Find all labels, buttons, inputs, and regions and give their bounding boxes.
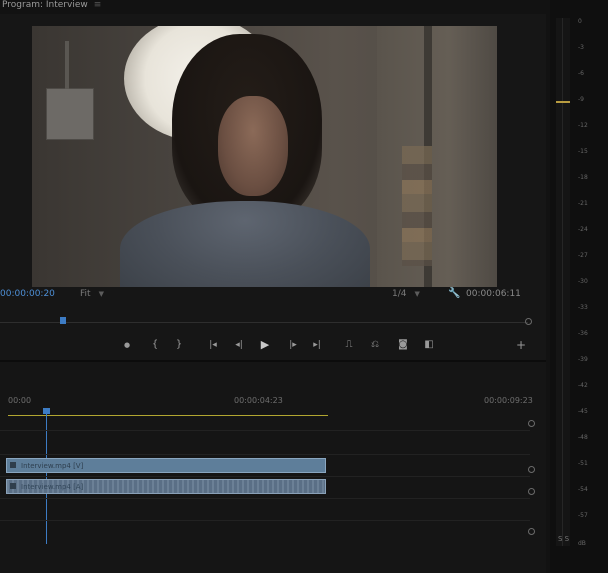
step-forward-button[interactable]: |▸ — [286, 336, 300, 354]
audio-meters-panel: 0 -3 -6 -9 -12 -15 -18 -21 -24 -27 -30 -… — [550, 0, 608, 573]
scale-tick: -15 — [578, 148, 588, 155]
audio-meter-scale: 0 -3 -6 -9 -12 -15 -18 -21 -24 -27 -30 -… — [578, 0, 608, 573]
zoom-level-select[interactable]: Fit ▼ — [80, 289, 104, 299]
export-frame-camera-icon[interactable]: ◙ — [396, 336, 410, 354]
track-height-handle[interactable] — [528, 466, 535, 473]
scale-tick: -57 — [578, 512, 588, 519]
lift-button[interactable]: ⎍ — [342, 336, 356, 354]
audio-clip[interactable]: Interview.mp4 [A] — [6, 479, 326, 494]
ruler-label: 00:00:04:23 — [234, 396, 283, 405]
audio-clip-label: Interview.mp4 [A] — [21, 483, 84, 491]
track-divider — [0, 498, 530, 499]
program-monitor: 00:00:00:20 Fit ▼ 1/4 ▼ 🔧 00:00:06:11 ● { … — [0, 14, 546, 360]
background-wall — [377, 26, 497, 287]
wall-notes — [402, 146, 432, 266]
video-clip[interactable]: Interview.mp4 [V] — [6, 458, 326, 473]
subject-face — [218, 96, 288, 196]
scale-tick: -3 — [578, 44, 584, 51]
subject-shirt — [120, 201, 370, 287]
monitor-controls-row: 00:00:00:20 Fit ▼ 1/4 ▼ 🔧 00:00:06:11 — [0, 288, 546, 303]
scale-tick: -24 — [578, 226, 588, 233]
ruler-label: 00:00:09:23 — [484, 396, 533, 405]
monitor-scrubber[interactable] — [0, 316, 532, 326]
go-to-in-button[interactable]: |◂ — [206, 336, 220, 354]
video-clip-label: Interview.mp4 [V] — [21, 462, 84, 470]
scale-tick: -27 — [578, 252, 588, 259]
comparison-view-button[interactable]: ◧ — [422, 336, 436, 354]
scale-unit: dB — [578, 540, 586, 547]
scale-tick: -45 — [578, 408, 588, 415]
scale-tick: -9 — [578, 96, 584, 103]
scale-tick: -48 — [578, 434, 588, 441]
track-divider — [0, 430, 530, 431]
duration-timecode: 00:00:06:11 — [466, 289, 521, 299]
play-button[interactable]: ▶ — [258, 336, 272, 354]
playback-resolution-value: 1/4 — [392, 289, 407, 299]
zoom-level-value: Fit — [80, 289, 91, 299]
track-divider — [0, 476, 530, 477]
scale-tick: -39 — [578, 356, 588, 363]
chevron-down-icon: ▼ — [414, 290, 420, 298]
go-to-out-button[interactable]: ▸| — [310, 336, 324, 354]
time-ruler[interactable]: 00:00 00:00:04:23 00:00:09:23 — [0, 396, 546, 410]
scale-tick: -30 — [578, 278, 588, 285]
scale-tick: -6 — [578, 70, 584, 77]
program-monitor-tab[interactable]: Program: Interview ≡ — [0, 0, 101, 14]
scale-tick: -18 — [578, 174, 588, 181]
add-marker-button[interactable]: ● — [120, 336, 134, 354]
scale-tick: -54 — [578, 486, 588, 493]
electrical-box — [46, 41, 94, 140]
track-divider — [0, 454, 530, 455]
solo-buttons[interactable]: S S — [558, 535, 569, 543]
timeline-panel: 00:00 00:00:04:23 00:00:09:23 Interview.… — [0, 362, 546, 573]
chevron-down-icon: ▼ — [98, 290, 104, 298]
settings-wrench-icon[interactable]: 🔧 — [448, 288, 460, 299]
vertical-scroll-handle-bottom[interactable] — [528, 528, 535, 535]
scrubber-playhead[interactable] — [60, 317, 66, 324]
fx-badge-icon — [10, 462, 16, 468]
audio-meter-bar — [556, 18, 570, 546]
program-monitor-title: Program: Interview — [2, 0, 88, 10]
playhead-timecode[interactable]: 00:00:00:20 — [0, 289, 55, 299]
fx-badge-icon — [10, 483, 16, 489]
playback-resolution-select[interactable]: 1/4 ▼ — [392, 289, 420, 299]
scale-tick: -36 — [578, 330, 588, 337]
scale-tick: 0 — [578, 18, 582, 25]
work-area-bar[interactable] — [8, 415, 328, 416]
mark-in-button[interactable]: { — [148, 336, 162, 354]
scrubber-track[interactable] — [0, 322, 528, 323]
scrubber-zoom-handle[interactable] — [525, 318, 532, 325]
audio-peak-indicator — [556, 101, 570, 103]
scale-tick: -42 — [578, 382, 588, 389]
extract-button[interactable]: ⎌ — [368, 336, 382, 354]
ruler-label: 00:00 — [8, 396, 32, 405]
panel-menu-icon[interactable]: ≡ — [94, 0, 102, 10]
scale-tick: -33 — [578, 304, 588, 311]
step-back-button[interactable]: ◂| — [232, 336, 246, 354]
scale-tick: -21 — [578, 200, 588, 207]
track-divider — [0, 520, 530, 521]
button-editor-plus-icon[interactable]: + — [514, 336, 528, 354]
vertical-scroll-handle-top[interactable] — [528, 420, 535, 427]
video-preview — [32, 26, 497, 287]
track-height-handle[interactable] — [528, 488, 535, 495]
scale-tick: -12 — [578, 122, 588, 129]
mark-out-button[interactable]: } — [172, 336, 186, 354]
transport-controls: ● { } |◂ ◂| ▶ |▸ ▸| ⎍ ⎌ ◙ ◧ + — [0, 336, 546, 354]
scale-tick: -51 — [578, 460, 588, 467]
